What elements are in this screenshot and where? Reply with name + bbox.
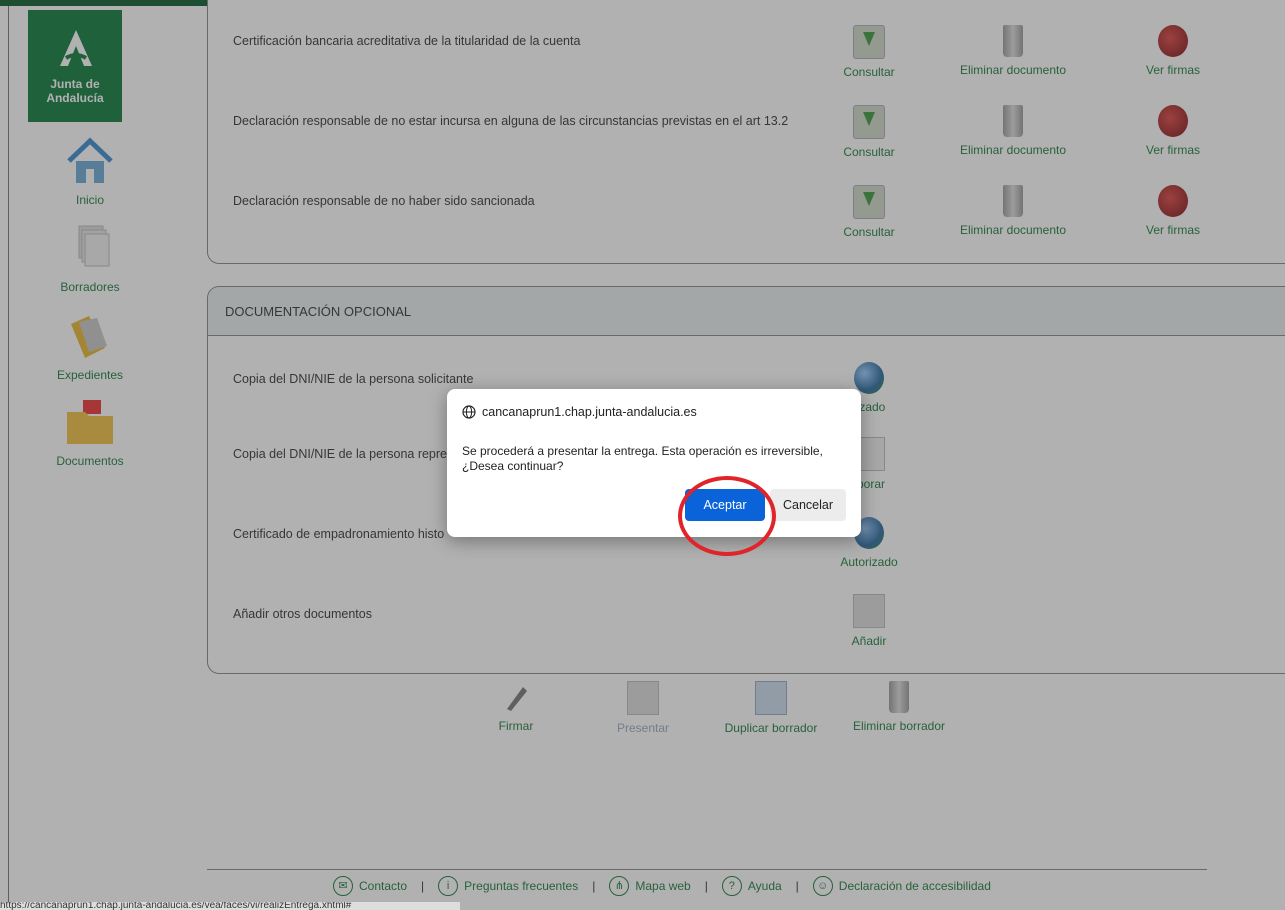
highlight-circle — [678, 476, 776, 556]
dialog-message: Se procederá a presentar la entrega. Est… — [462, 444, 823, 473]
status-url: https://cancanaprun1.chap.junta-andaluci… — [0, 902, 460, 910]
dialog-origin: cancanaprun1.chap.junta-andalucia.es — [462, 405, 697, 419]
dialog-origin-text: cancanaprun1.chap.junta-andalucia.es — [482, 405, 697, 419]
globe-icon — [462, 405, 476, 419]
cancel-button[interactable]: Cancelar — [770, 489, 846, 521]
confirm-dialog: cancanaprun1.chap.junta-andalucia.es Se … — [447, 389, 861, 537]
